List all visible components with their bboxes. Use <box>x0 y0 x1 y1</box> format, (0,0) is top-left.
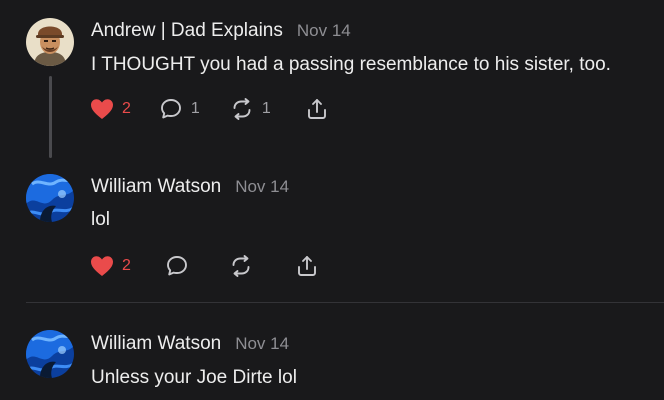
blue-swirl-icon <box>26 174 74 222</box>
comment-icon <box>166 256 187 276</box>
comment-header: Andrew | Dad Explains Nov 14 <box>91 20 351 42</box>
like-button[interactable]: 2 <box>90 255 131 277</box>
author-name[interactable]: Andrew | Dad Explains <box>91 20 283 42</box>
illustrated-man-icon <box>26 18 74 66</box>
restack-count: 1 <box>261 100 271 117</box>
author-name[interactable]: William Watson <box>91 333 221 355</box>
comment-text: I THOUGHT you had a passing resemblance … <box>91 54 611 75</box>
comment-header: William Watson Nov 14 <box>91 333 289 355</box>
comment-icon <box>160 99 181 119</box>
like-button[interactable]: 2 <box>90 98 131 120</box>
reply-button[interactable]: 1 <box>159 97 200 121</box>
like-count: 2 <box>122 257 131 274</box>
comment-text: lol <box>91 209 111 230</box>
reply-count: 1 <box>190 100 200 117</box>
thread-connector-line <box>49 76 52 158</box>
blue-swirl-icon <box>26 330 74 378</box>
like-count: 2 <box>122 100 131 117</box>
restack-button[interactable]: 1 <box>230 97 271 121</box>
share-button[interactable] <box>305 97 329 121</box>
restack-icon <box>233 98 251 120</box>
share-button[interactable] <box>295 254 319 278</box>
heart-icon <box>91 256 113 276</box>
avatar[interactable] <box>26 174 74 222</box>
comment-thread: Andrew | Dad Explains Nov 14 I THOUGHT y… <box>0 0 664 400</box>
comment-text: Unless your Joe Dirte lol <box>91 367 297 388</box>
avatar[interactable] <box>26 18 74 66</box>
comment-actions: 2 1 1 <box>90 97 329 121</box>
comment-date[interactable]: Nov 14 <box>235 177 289 197</box>
reply-button[interactable] <box>165 254 189 278</box>
author-name[interactable]: William Watson <box>91 176 221 198</box>
comment-date[interactable]: Nov 14 <box>235 334 289 354</box>
restack-button[interactable] <box>229 254 253 278</box>
comment-date[interactable]: Nov 14 <box>297 21 351 41</box>
share-icon <box>297 256 316 276</box>
comment-divider <box>26 302 664 303</box>
avatar[interactable] <box>26 330 74 378</box>
restack-icon <box>232 255 250 277</box>
comment-actions: 2 <box>90 254 319 278</box>
share-icon <box>307 99 326 119</box>
heart-icon <box>91 99 113 119</box>
comment-header: William Watson Nov 14 <box>91 176 289 198</box>
